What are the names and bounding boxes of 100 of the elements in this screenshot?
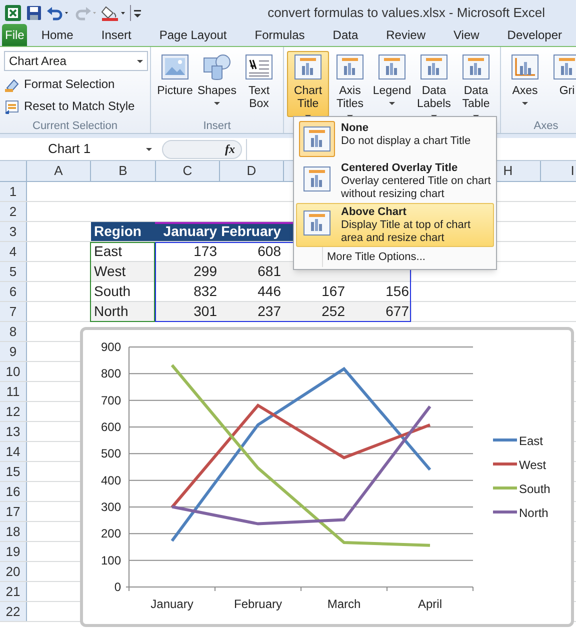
table-cell-text: East xyxy=(93,242,124,261)
function-bar-handle[interactable]: fx xyxy=(162,140,242,158)
fill-color-icon[interactable] xyxy=(101,4,126,22)
chart-option-icon xyxy=(420,54,448,80)
y-tick-label: 500 xyxy=(100,446,121,461)
row-number[interactable]: 20 xyxy=(0,562,27,581)
x-tick-label: March xyxy=(327,597,361,611)
table-cell-text: 167 xyxy=(320,282,346,301)
table-cell-text: 608 xyxy=(256,242,282,261)
column-header[interactable]: C xyxy=(156,161,220,181)
column-header[interactable]: A xyxy=(27,161,91,181)
insert-function-button[interactable]: fx xyxy=(225,140,235,158)
dropdown-caret-icon xyxy=(146,148,152,150)
table-cell: 237 xyxy=(220,302,284,321)
row-number[interactable]: 10 xyxy=(0,362,27,381)
save-icon[interactable] xyxy=(26,4,42,20)
y-tick-label: 400 xyxy=(100,473,121,488)
row-number[interactable]: 14 xyxy=(0,442,27,461)
table-cell-text: 832 xyxy=(192,282,218,301)
row-number[interactable]: 9 xyxy=(0,342,27,361)
menu-item[interactable]: More Title Options... xyxy=(322,247,494,267)
x-tick-label: February xyxy=(234,597,282,611)
y-tick-label: 800 xyxy=(100,366,121,381)
chart-option-icon xyxy=(336,54,364,80)
chart-area[interactable]: 0 100 200 300 400 500 600 700 800 900 January February March April East West South North xyxy=(80,327,574,627)
table-cell: West xyxy=(91,262,156,281)
row-number[interactable]: 8 xyxy=(0,322,27,341)
chart-option-icon xyxy=(553,54,576,80)
menu-item-title: Above Chart xyxy=(341,206,408,219)
ribbon-tab[interactable]: Page Layout xyxy=(145,24,241,46)
name-box[interactable]: Chart 1 xyxy=(0,138,158,160)
y-tick-label: 700 xyxy=(100,393,121,408)
ribbon-tab[interactable]: Data xyxy=(318,24,372,46)
row-number[interactable]: 2 xyxy=(0,202,27,221)
y-tick-label: 200 xyxy=(100,526,121,541)
menu-item[interactable]: None Do not display a chart Title xyxy=(296,119,494,159)
ribbon-tab[interactable]: Formulas xyxy=(240,24,319,46)
column-header[interactable]: D xyxy=(220,161,284,181)
row-number[interactable]: 13 xyxy=(0,422,27,441)
ribbon-tab[interactable]: Developer xyxy=(493,24,576,46)
ribbon-tab[interactable]: View xyxy=(440,24,494,46)
row-number[interactable]: 16 xyxy=(0,482,27,501)
ribbon-button[interactable]: Gri xyxy=(546,51,576,117)
ribbon-tab[interactable]: Home xyxy=(27,24,88,46)
row-number[interactable]: 19 xyxy=(0,542,27,561)
excel-logo-icon[interactable] xyxy=(4,4,22,22)
row-number[interactable]: 17 xyxy=(0,502,27,521)
ribbon-tab[interactable]: Review xyxy=(372,24,440,46)
reset-style-icon xyxy=(4,98,20,114)
chart-element-dropdown[interactable]: Chart Area xyxy=(4,51,148,71)
y-tick-label: 600 xyxy=(100,420,121,434)
row-number[interactable]: 15 xyxy=(0,462,27,481)
ribbon-button[interactable]: Picture xyxy=(154,51,196,117)
ribbon-tab[interactable]: Insert xyxy=(87,24,146,46)
row-number[interactable]: 21 xyxy=(0,582,27,601)
ribbon-button[interactable]: Legend xyxy=(371,51,413,117)
ribbon-button[interactable]: Text Box xyxy=(238,51,280,117)
picture-icon xyxy=(161,54,189,80)
y-tick-label: 900 xyxy=(100,340,121,354)
row-number[interactable]: 6 xyxy=(0,282,27,301)
shapes-icon xyxy=(203,54,231,80)
chart-element-value: Chart Area xyxy=(9,53,66,70)
row-number[interactable]: 4 xyxy=(0,242,27,261)
x-tick-label: January xyxy=(150,597,194,611)
customize-toolbar-icon[interactable] xyxy=(130,4,142,22)
menu-item-description: Display Title at top of chart area and resize chart xyxy=(341,219,472,245)
ribbon-group-label: Axes xyxy=(532,119,560,133)
ribbon-button[interactable]: Shapes xyxy=(196,51,238,117)
legend-label: North xyxy=(519,506,548,520)
row-number[interactable]: 11 xyxy=(0,382,27,401)
y-tick-label: 300 xyxy=(100,500,121,514)
ribbon-button[interactable]: Chart Title xyxy=(287,51,329,117)
chart-option-icon xyxy=(294,54,322,80)
menu-item-description: Do not display a chart Title xyxy=(341,135,472,148)
ribbon-button[interactable]: Axes xyxy=(504,51,546,117)
ribbon-button[interactable]: Format Selection xyxy=(4,74,146,93)
row-number[interactable]: 22 xyxy=(0,602,27,621)
x-tick-label: April xyxy=(418,597,442,611)
row-number[interactable]: 12 xyxy=(0,402,27,421)
window-title: convert formulas to values.xlsx - Microsoft Excel xyxy=(266,4,546,22)
row-number[interactable]: 5 xyxy=(0,262,27,281)
legend-label: East xyxy=(519,434,544,448)
chart-option-icon xyxy=(378,54,406,80)
y-tick-label: 100 xyxy=(100,553,121,568)
row-number[interactable]: 1 xyxy=(0,182,27,201)
column-header[interactable]: I xyxy=(541,161,576,181)
ribbon-button[interactable]: Reset to Match Style xyxy=(4,96,146,115)
ribbon-group-label: Current Selection xyxy=(32,119,118,133)
menu-item[interactable]: Above Chart Display Title at top of chart area and resize chart xyxy=(296,203,494,247)
ribbon-group-label: Insert xyxy=(202,119,232,133)
menu-item-title: None xyxy=(341,122,370,135)
table-cell: North xyxy=(91,302,156,321)
row-number[interactable]: 3 xyxy=(0,222,27,241)
undo-icon[interactable] xyxy=(46,4,69,20)
row-number[interactable]: 7 xyxy=(0,302,27,321)
table-cell: 681 xyxy=(220,262,284,281)
name-box-value: Chart 1 xyxy=(48,140,91,158)
row-number[interactable]: 18 xyxy=(0,522,27,541)
column-header[interactable]: B xyxy=(91,161,156,181)
legend-label: South xyxy=(519,482,550,496)
